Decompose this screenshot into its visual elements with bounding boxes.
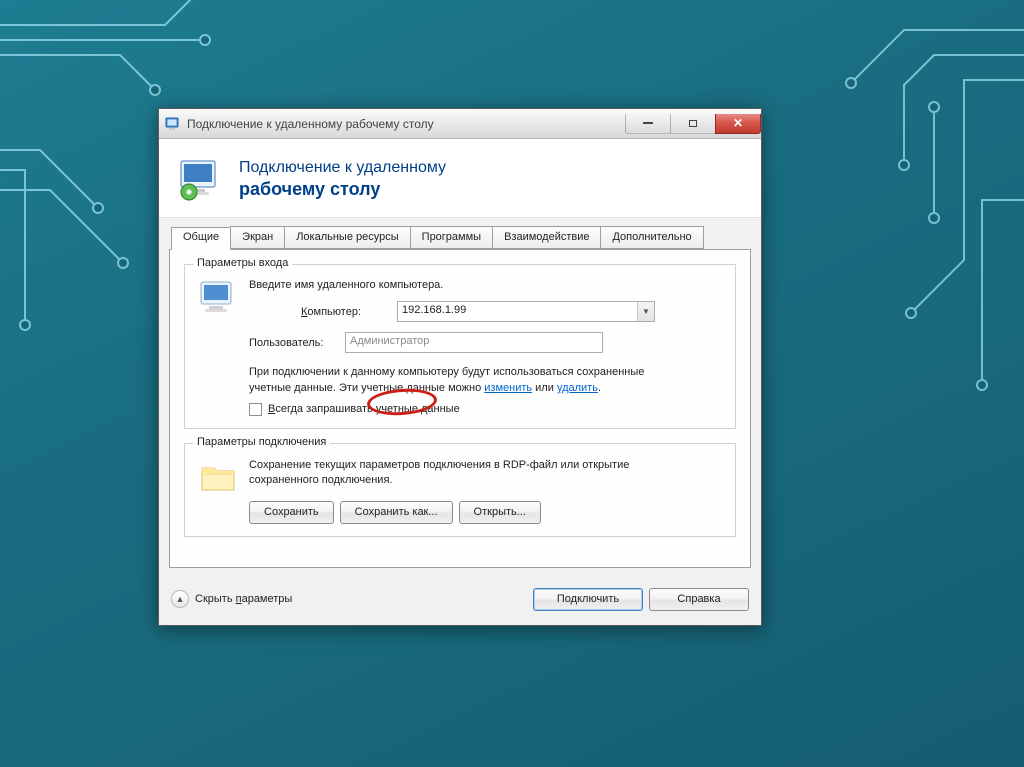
group-login-title: Параметры входа	[193, 257, 292, 269]
rdp-icon	[177, 155, 225, 203]
save-as-button[interactable]: Сохранить как...	[340, 501, 453, 524]
app-icon	[165, 116, 181, 132]
edit-credentials-link[interactable]: изменить	[484, 382, 532, 394]
connection-settings-text: Сохранение текущих параметров подключени…	[249, 458, 669, 489]
title-bar[interactable]: Подключение к удаленному рабочему столу …	[159, 109, 761, 139]
group-connection-settings: Параметры подключения Сохранение текущих…	[184, 443, 736, 537]
window-title: Подключение к удаленному рабочему столу	[187, 117, 434, 131]
open-button[interactable]: Открыть...	[459, 501, 541, 524]
group-connection-title: Параметры подключения	[193, 436, 330, 448]
login-intro-text: Введите имя удаленного компьютера.	[249, 279, 723, 291]
chevron-up-icon: ▲	[171, 590, 189, 608]
computer-label: Компьютер:	[301, 306, 397, 318]
tab-programs[interactable]: Программы	[410, 226, 493, 249]
delete-credentials-link[interactable]: удалить	[557, 382, 598, 394]
computer-input[interactable]: 192.168.1.99 ▼	[397, 301, 655, 322]
user-label: Пользователь:	[249, 337, 345, 349]
credentials-note: При подключении к данному компьютеру буд…	[249, 365, 689, 397]
user-row: Пользователь: Администратор	[197, 332, 723, 353]
always-prompt-checkbox[interactable]	[249, 403, 262, 416]
save-button[interactable]: Сохранить	[249, 501, 334, 524]
tab-advanced[interactable]: Дополнительно	[600, 226, 703, 249]
tab-strip: Общие Экран Локальные ресурсы Программы …	[159, 218, 761, 249]
window-controls: ✕	[626, 114, 761, 134]
dialog-footer: ▲ Скрыть параметры Подключить Справка	[159, 578, 761, 625]
group-login-settings: Параметры входа Введите имя удаленного к…	[184, 264, 736, 429]
always-prompt-row: Всегда запрашивать учетные данные	[249, 403, 723, 416]
hide-options-toggle[interactable]: ▲ Скрыть параметры	[171, 590, 292, 608]
decorative-circuit-right	[764, 0, 1024, 500]
computer-icon	[197, 277, 239, 319]
tab-local-resources[interactable]: Локальные ресурсы	[284, 226, 410, 249]
close-button[interactable]: ✕	[715, 114, 761, 134]
minimize-button[interactable]	[625, 114, 671, 134]
dialog-header: Подключение к удаленному рабочему столу	[159, 139, 761, 218]
maximize-button[interactable]	[670, 114, 716, 134]
user-input[interactable]: Администратор	[345, 332, 603, 353]
dialog-heading: Подключение к удаленному рабочему столу	[239, 158, 446, 201]
desktop-background: Подключение к удаленному рабочему столу …	[0, 0, 1024, 767]
connection-buttons: Сохранить Сохранить как... Открыть...	[249, 501, 723, 524]
help-button[interactable]: Справка	[649, 588, 749, 611]
computer-row: Компьютер: 192.168.1.99 ▼	[249, 301, 723, 322]
folder-icon	[197, 456, 239, 498]
tab-panel-general: Параметры входа Введите имя удаленного к…	[169, 249, 751, 568]
tab-display[interactable]: Экран	[230, 226, 285, 249]
connect-button[interactable]: Подключить	[533, 588, 643, 611]
tab-experience[interactable]: Взаимодействие	[492, 226, 601, 249]
rdp-dialog-window: Подключение к удаленному рабочему столу …	[158, 108, 762, 626]
tab-general[interactable]: Общие	[171, 227, 231, 250]
always-prompt-label: Всегда запрашивать учетные данные	[268, 403, 460, 415]
dropdown-icon[interactable]: ▼	[637, 302, 654, 321]
hide-options-label: Скрыть параметры	[195, 593, 292, 605]
